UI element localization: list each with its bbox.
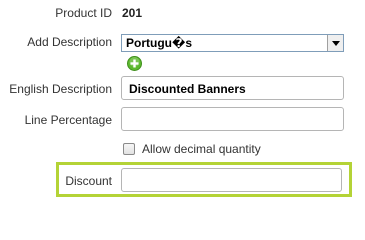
add-description-label: Add Description [27,35,112,49]
english-description-label: English Description [9,82,112,96]
discount-label: Discount [65,174,112,188]
allow-decimal-label[interactable]: Allow decimal quantity [142,142,261,156]
discount-input[interactable] [121,168,342,192]
english-description-input[interactable]: Discounted Banners [121,76,344,100]
line-percentage-label: Line Percentage [24,113,112,127]
dropdown-arrow-button[interactable] [327,35,343,51]
language-select[interactable]: Portugu�s [121,34,344,52]
plus-circle-icon [127,56,142,71]
allow-decimal-checkbox[interactable] [123,143,135,155]
add-description-button[interactable] [127,56,142,71]
language-select-value: Portugu�s [126,36,193,50]
line-percentage-input[interactable] [121,107,344,131]
product-id-value: 201 [122,6,143,20]
chevron-down-icon [331,40,340,46]
english-description-value: Discounted Banners [129,82,246,96]
product-id-label: Product ID [55,6,112,20]
